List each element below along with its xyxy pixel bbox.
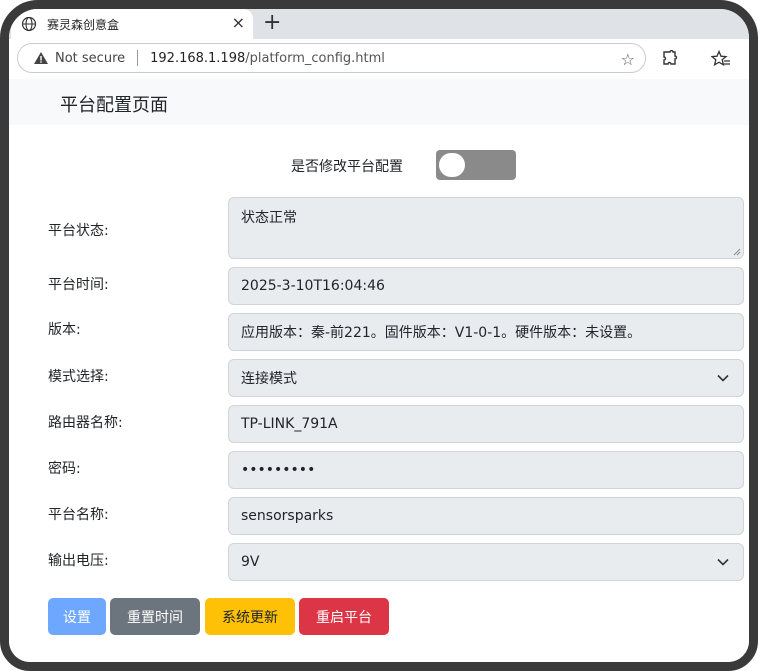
modify-toggle-label: 是否修改平台配置 bbox=[291, 159, 403, 175]
chevron-down-icon bbox=[717, 374, 729, 382]
mode-label: 模式选择: bbox=[48, 369, 109, 385]
security-label[interactable]: Not secure bbox=[55, 51, 125, 66]
status-value: 状态正常 bbox=[241, 210, 297, 226]
tab-strip: 赛灵森创意盒 × + bbox=[9, 9, 749, 39]
tab-close-icon[interactable]: × bbox=[232, 15, 245, 31]
tab-title: 赛灵森创意盒 bbox=[47, 17, 120, 32]
url-text[interactable]: 192.168.1.198/platform_config.html bbox=[150, 51, 385, 66]
voltage-label: 输出电压: bbox=[48, 553, 109, 569]
system-update-button[interactable]: 系统更新 bbox=[205, 598, 295, 635]
globe-icon bbox=[21, 16, 37, 32]
reset-time-button[interactable]: 重置时间 bbox=[110, 598, 200, 635]
page-title: 平台配置页面 bbox=[60, 95, 168, 116]
mode-select[interactable]: 连接模式 bbox=[228, 359, 744, 397]
status-textarea[interactable]: 状态正常 bbox=[228, 197, 744, 259]
platform-name-field[interactable]: sensorsparks bbox=[228, 497, 744, 535]
router-label: 路由器名称: bbox=[48, 415, 123, 431]
page-header: 平台配置页面 bbox=[9, 79, 749, 125]
time-value: 2025-3-10T16:04:46 bbox=[241, 278, 385, 294]
router-name-field[interactable]: TP-LINK_791A bbox=[228, 405, 744, 443]
version-field[interactable]: 应用版本：秦-前221。固件版本：V1-0-1。硬件版本：未设置。 bbox=[228, 313, 744, 351]
toolbar: Not secure 192.168.1.198/platform_config… bbox=[9, 39, 749, 79]
password-value: ••••••••• bbox=[241, 462, 316, 478]
platform-name-label: 平台名称: bbox=[48, 507, 109, 523]
extensions-icon[interactable] bbox=[661, 50, 679, 68]
favorites-icon[interactable] bbox=[711, 50, 731, 68]
version-label: 版本: bbox=[48, 322, 81, 338]
voltage-value: 9V bbox=[241, 554, 260, 570]
status-label: 平台状态: bbox=[48, 223, 109, 239]
warning-icon[interactable] bbox=[33, 50, 49, 66]
restart-platform-button[interactable]: 重启平台 bbox=[299, 598, 389, 635]
modify-toggle-row: 是否修改平台配置 bbox=[9, 150, 749, 180]
version-value: 应用版本：秦-前221。固件版本：V1-0-1。硬件版本：未设置。 bbox=[241, 325, 642, 341]
password-label: 密码: bbox=[48, 461, 81, 477]
toggle-knob bbox=[439, 153, 465, 177]
address-bar[interactable]: Not secure 192.168.1.198/platform_config… bbox=[17, 43, 646, 73]
set-button[interactable]: 设置 bbox=[48, 598, 106, 635]
voltage-select[interactable]: 9V bbox=[228, 543, 744, 581]
url-host: 192.168.1.198 bbox=[150, 50, 246, 66]
router-value: TP-LINK_791A bbox=[241, 416, 338, 432]
modify-config-toggle[interactable] bbox=[436, 150, 516, 180]
browser-window: 赛灵森创意盒 × + Not secure 192.168.1.198/plat… bbox=[0, 0, 758, 671]
browser-tab[interactable]: 赛灵森创意盒 × bbox=[11, 9, 253, 39]
bookmark-star-icon[interactable]: ☆ bbox=[621, 50, 635, 69]
divider bbox=[137, 50, 139, 66]
url-path: /platform_config.html bbox=[245, 50, 385, 66]
chevron-down-icon bbox=[717, 558, 729, 566]
new-tab-icon[interactable]: + bbox=[263, 11, 281, 35]
password-field[interactable]: ••••••••• bbox=[228, 451, 744, 489]
resize-handle-icon[interactable] bbox=[733, 248, 741, 256]
time-field[interactable]: 2025-3-10T16:04:46 bbox=[228, 267, 744, 305]
platform-name-value: sensorsparks bbox=[241, 508, 334, 524]
mode-value: 连接模式 bbox=[241, 371, 297, 387]
time-label: 平台时间: bbox=[48, 277, 109, 293]
